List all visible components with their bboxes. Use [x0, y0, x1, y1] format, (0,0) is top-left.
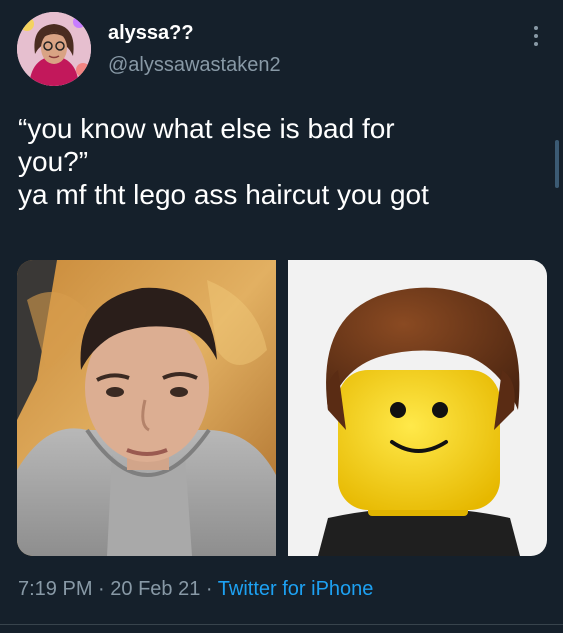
photo-person-selfie[interactable] [17, 260, 276, 556]
display-name[interactable]: alyssa?? [108, 22, 194, 45]
avatar[interactable] [17, 12, 91, 86]
tweet-text-line: “you know what else is bad for [18, 113, 395, 144]
tweet-text: “you know what else is bad for you?” ya … [18, 112, 548, 211]
tweet-meta: 7:19 PM · 20 Feb 21 · Twitter for iPhone [18, 578, 373, 601]
user-handle[interactable]: @alyssawastaken2 [108, 54, 281, 77]
tweet-text-line: you?” [18, 146, 89, 177]
divider [0, 624, 563, 625]
photo-lego-minifigure[interactable] [288, 260, 547, 556]
meta-separator: · [98, 578, 105, 600]
more-vertical-icon[interactable] [524, 22, 548, 50]
tweet: alyssa?? @alyssawastaken2 “you know what… [0, 0, 563, 633]
tweet-time[interactable]: 7:19 PM [18, 578, 92, 600]
scrollbar[interactable] [555, 140, 559, 188]
tweet-source-link[interactable]: Twitter for iPhone [218, 578, 374, 600]
meta-separator: · [205, 578, 213, 600]
tweet-media [17, 260, 547, 556]
tweet-date[interactable]: 20 Feb 21 [110, 578, 200, 600]
tweet-text-line: ya mf tht lego ass haircut you got [18, 179, 429, 210]
